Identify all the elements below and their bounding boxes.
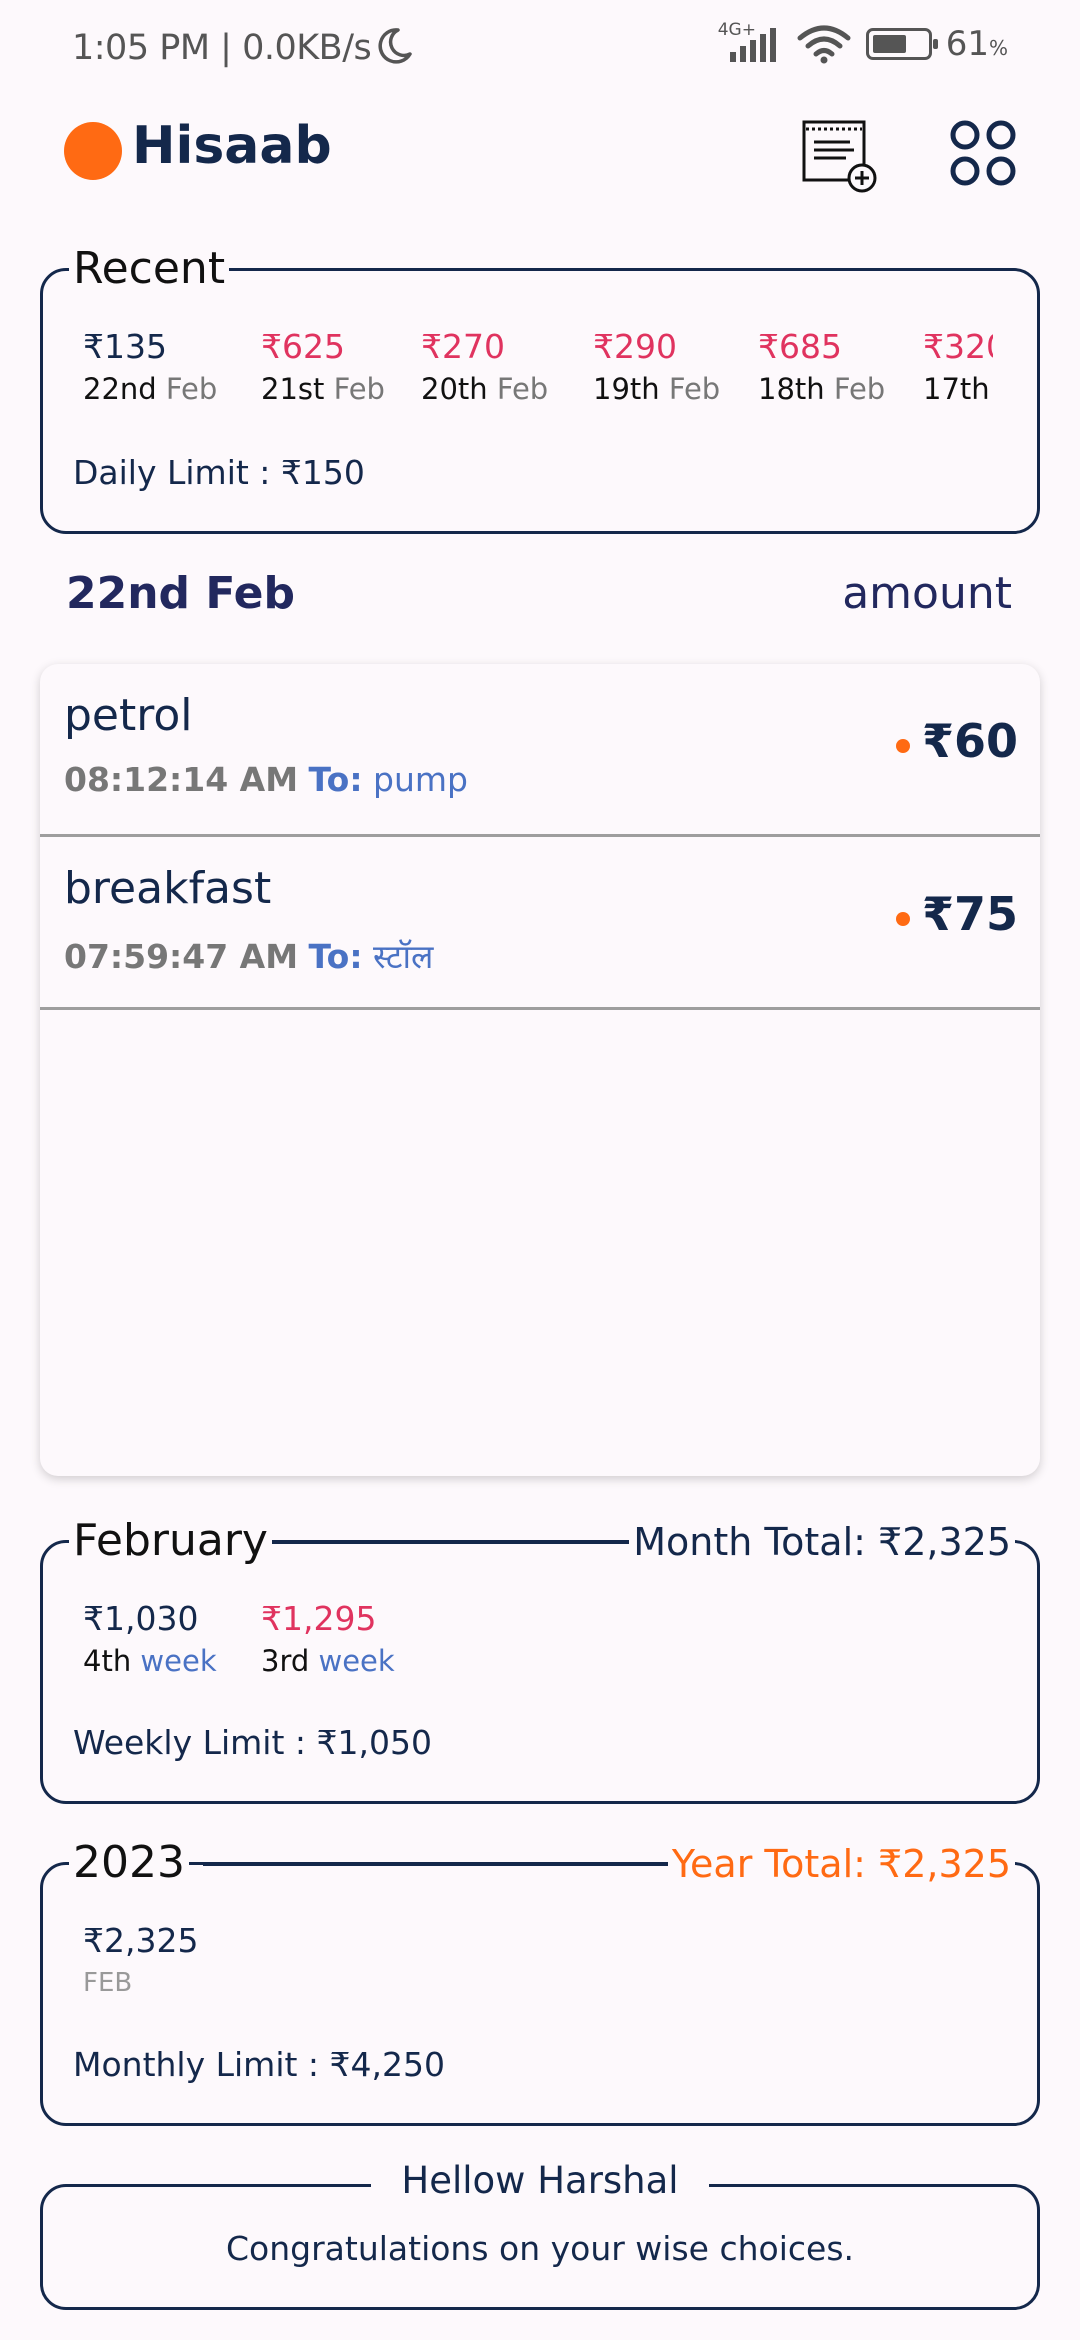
week-item[interactable]: ₹1,295 3rd week: [261, 1597, 439, 1681]
transaction-amount: ₹60: [921, 714, 1018, 768]
recent-days-list[interactable]: ₹135 22nd Feb ₹625 21st Feb ₹270 20th Fe…: [83, 325, 1043, 409]
transaction-amount: ₹75: [921, 887, 1018, 941]
transaction-title: petrol: [64, 690, 193, 741]
month-item[interactable]: ₹2,325 FEB: [83, 1919, 283, 2003]
app-title: Hisaab: [132, 116, 332, 176]
day-label: 19th Feb: [593, 372, 721, 406]
to-label: To:: [308, 937, 363, 976]
monthly-limit: Monthly Limit : ₹4,250: [73, 2045, 445, 2084]
daily-limit: Daily Limit : ₹150: [73, 453, 365, 492]
day-label: 17th Feb: [923, 372, 1043, 406]
status-icons: 4G+ 61%: [718, 20, 1008, 64]
week-label: 4th week: [83, 1644, 217, 1678]
add-note-icon[interactable]: [800, 118, 880, 194]
apps-menu-icon[interactable]: [948, 118, 1018, 188]
status-time: 1:05 PM | 0.0KB/s: [72, 28, 372, 68]
year-legend: 2023: [69, 1833, 189, 1893]
transaction-title: breakfast: [64, 863, 272, 914]
selected-date-heading: 22nd Feb: [66, 568, 295, 619]
day-amount: ₹270: [421, 327, 505, 366]
category-dot: [896, 912, 910, 926]
app-logo: [64, 122, 122, 180]
day-label: 20th Feb: [421, 372, 549, 406]
transaction-recipient: स्टॉल: [373, 937, 434, 976]
week-amount: ₹1,030: [83, 1599, 199, 1638]
months-list[interactable]: ₹2,325 FEB: [83, 1919, 283, 2003]
recent-day-item[interactable]: ₹625 21st Feb: [261, 325, 421, 409]
greeting-card: Hellow Harshal Congratulations on your w…: [40, 2159, 1040, 2310]
week-item[interactable]: ₹1,030 4th week: [83, 1597, 261, 1681]
month-amount: ₹2,325: [83, 1921, 199, 1960]
month-total: Month Total: ₹2,325: [629, 1516, 1015, 1568]
recent-day-item[interactable]: ₹290 19th Feb: [593, 325, 758, 409]
day-amount: ₹625: [261, 327, 345, 366]
day-amount: ₹290: [593, 327, 677, 366]
transaction-list: petrol 08:12:14 AM To: pump ₹60 breakfas…: [40, 664, 1040, 1476]
transaction-recipient: pump: [373, 760, 468, 799]
amount-column-heading: amount: [842, 568, 1012, 619]
day-amount: ₹320: [923, 327, 1007, 366]
transaction-time: 07:59:47 AM: [64, 937, 299, 976]
network-type: 4G+: [717, 20, 756, 40]
transaction-row[interactable]: breakfast 07:59:47 AM To: स्टॉल ₹75: [40, 837, 1040, 1010]
recent-day-item[interactable]: ₹320 17th Feb: [923, 325, 1043, 409]
month-card: February Month Total: ₹2,325 ₹1,030 4th …: [40, 1511, 1040, 1804]
day-amount: ₹135: [83, 327, 167, 366]
legend-line: [269, 1541, 639, 1544]
legend-line: [203, 1863, 673, 1866]
recent-card: Recent ₹135 22nd Feb ₹625 21st Feb ₹270 …: [40, 239, 1043, 534]
greeting-legend: Hellow Harshal: [43, 2159, 1037, 2202]
weekly-limit: Weekly Limit : ₹1,050: [73, 1723, 432, 1762]
recent-day-item[interactable]: ₹270 20th Feb: [421, 325, 593, 409]
greeting-message: Congratulations on your wise choices.: [226, 2229, 854, 2268]
week-label: 3rd week: [261, 1644, 395, 1678]
transaction-time: 08:12:14 AM: [64, 760, 299, 799]
greeting-title: Hellow Harshal: [371, 2159, 709, 2202]
year-card: 2023 Year Total: ₹2,325 ₹2,325 FEB Month…: [40, 1833, 1040, 2126]
transaction-meta: 07:59:47 AM To: स्टॉल: [64, 933, 433, 978]
to-label: To:: [308, 760, 363, 799]
day-label: 21st Feb: [261, 372, 385, 406]
recent-day-item[interactable]: ₹135 22nd Feb: [83, 325, 261, 409]
transaction-row[interactable]: petrol 08:12:14 AM To: pump ₹60: [40, 664, 1040, 837]
week-amount: ₹1,295: [261, 1599, 377, 1638]
recent-day-item[interactable]: ₹685 18th Feb: [758, 325, 923, 409]
recent-legend: Recent: [69, 239, 230, 299]
wifi-icon: [797, 25, 851, 64]
battery-percent: 61%: [945, 24, 1008, 64]
year-total: Year Total: ₹2,325: [667, 1838, 1015, 1890]
transaction-meta: 08:12:14 AM To: pump: [64, 760, 468, 799]
category-dot: [896, 739, 910, 753]
signal-icon: 4G+: [718, 20, 782, 62]
day-label: 18th Feb: [758, 372, 886, 406]
day-label: 22nd Feb: [83, 372, 218, 406]
battery-icon: [865, 28, 938, 60]
month-label: FEB: [83, 1968, 133, 1998]
do-not-disturb-icon: [378, 28, 412, 64]
month-legend: February: [69, 1511, 272, 1571]
weeks-list[interactable]: ₹1,030 4th week ₹1,295 3rd week: [83, 1597, 439, 1681]
day-amount: ₹685: [758, 327, 842, 366]
